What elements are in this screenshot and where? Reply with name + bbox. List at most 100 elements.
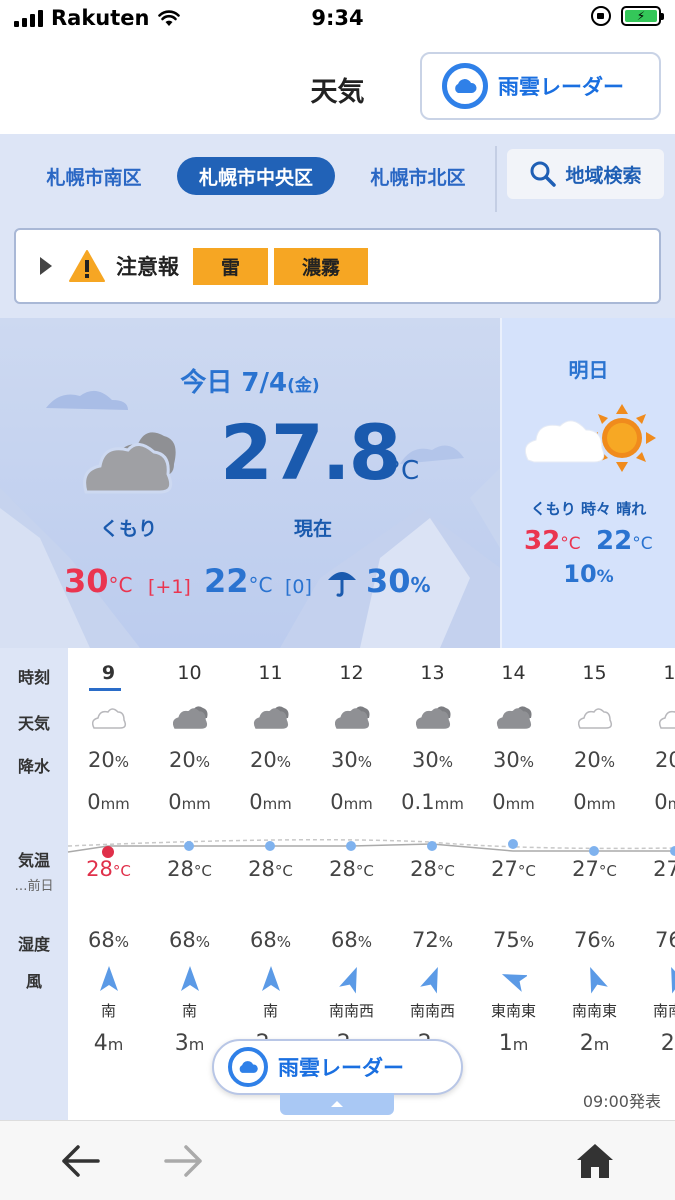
precip-amount: 0mm: [330, 790, 373, 814]
row-label-prev-day: …前日: [14, 879, 54, 894]
wind-direction: 南南西: [328, 1002, 374, 1020]
radar-icon: [442, 63, 488, 109]
cloud-light-icon: [658, 710, 675, 729]
back-arrow-icon[interactable]: [60, 1141, 102, 1181]
warning-banner[interactable]: 注意報 雷 濃霧: [14, 228, 661, 304]
today-high: 30°C: [64, 562, 133, 600]
forward-arrow-icon[interactable]: [162, 1141, 204, 1181]
row-label-humidity: 湿度: [17, 935, 50, 954]
warning-title: 注意報: [116, 255, 179, 279]
hour-column: 9 20% 0mm 28°C 68% 南 4m: [68, 648, 149, 1120]
floating-radar-label: 雨雲レーダー: [278, 1056, 404, 1080]
hour-label: 15: [582, 662, 607, 684]
app-header: 天気 雨雲レーダー: [0, 40, 675, 134]
hour-humidity: 68%: [88, 928, 129, 952]
hour-temperature: 28°C: [167, 857, 212, 881]
wind-speed: 1m: [498, 1031, 529, 1056]
hour-temperature: 27°C: [653, 857, 675, 881]
floating-rain-radar-button[interactable]: 雨雲レーダー: [212, 1039, 463, 1095]
hour-humidity: 76%: [655, 928, 675, 952]
radar-icon: [228, 1047, 268, 1087]
wind-arrow-icon: [501, 974, 527, 992]
area-tab-kita[interactable]: 札幌市北区: [354, 157, 482, 195]
tomorrow-low: 22°C: [596, 526, 653, 556]
hour-column: 14 30% 0mm 27°C 75% 東南東 1m: [473, 648, 554, 1120]
wind-direction: 南: [262, 1002, 278, 1020]
row-label-precip: 降水: [17, 757, 50, 776]
wind-speed: 2m: [579, 1031, 610, 1056]
expand-arrow-icon: [40, 257, 52, 275]
today-condition: くもり: [100, 518, 158, 540]
hour-label: 11: [258, 662, 283, 684]
warning-icon: [69, 250, 105, 282]
today-high-diff: [+1]: [148, 576, 191, 598]
divider: [495, 146, 497, 212]
wind-direction: 東南東: [490, 1002, 536, 1020]
hour-humidity: 72%: [412, 928, 453, 952]
wind-direction: 南南東: [652, 1002, 675, 1020]
wind-arrow-icon: [100, 966, 118, 991]
precip-amount: 0mm: [654, 790, 675, 814]
precip-amount: 0mm: [492, 790, 535, 814]
row-label-wind: 風: [25, 972, 42, 991]
hourly-row-labels: 時刻 天気 降水 気温 …前日 湿度 風: [0, 648, 68, 1120]
tomorrow-high: 32°C: [524, 526, 581, 556]
area-search-button[interactable]: 地域検索: [507, 149, 664, 199]
precip-probability: 30%: [412, 748, 453, 772]
hour-column: 15 20% 0mm 27°C 76% 南南東 2m: [554, 648, 635, 1120]
search-label: 地域検索: [565, 164, 642, 187]
wind-direction: 南南東: [571, 1002, 617, 1020]
hour-temperature: 28°C: [329, 857, 374, 881]
wind-arrow-icon: [262, 966, 280, 991]
today-low-diff: [0]: [285, 576, 312, 598]
hour-humidity: 68%: [169, 928, 210, 952]
precip-probability: 30%: [331, 748, 372, 772]
today-weekday: (金): [287, 376, 320, 396]
hour-humidity: 68%: [331, 928, 372, 952]
expand-handle[interactable]: [280, 1093, 394, 1115]
area-tab-chuo[interactable]: 札幌市中央区: [177, 157, 335, 195]
current-hour-underline: [89, 688, 121, 691]
precip-probability: 20%: [250, 748, 291, 772]
orientation-lock-icon: [591, 6, 611, 26]
tomorrow-card[interactable]: 明日 くもり 時々 晴れ 32°C 22°C 10%: [500, 318, 675, 648]
today-date: 今日 7/4(金): [0, 362, 500, 399]
battery-icon: ⚡: [621, 6, 664, 26]
clock: 9:34: [311, 6, 364, 30]
wind-speed: 4m: [93, 1031, 124, 1056]
rain-radar-label: 雨雲レーダー: [498, 75, 624, 99]
hour-label: 16: [663, 662, 675, 684]
precip-amount: 0mm: [87, 790, 130, 814]
issued-time: 09:00発表: [582, 1092, 661, 1111]
hour-label: 12: [339, 662, 364, 684]
wind-arrow-icon: [590, 966, 608, 994]
precip-amount: 0mm: [249, 790, 292, 814]
hour-label: 13: [420, 662, 445, 684]
cloud-icon: [83, 432, 176, 494]
precip-amount: 0.1mm: [401, 790, 464, 814]
hour-column: 16 20% 0mm 27°C 76% 南南東 2m: [635, 648, 675, 1120]
chevron-up-icon: [331, 1101, 343, 1107]
warning-section: 注意報 雷 濃霧: [0, 216, 675, 318]
hour-humidity: 75%: [493, 928, 534, 952]
precip-probability: 20%: [88, 748, 129, 772]
row-label-weather: 天気: [17, 714, 50, 733]
precip-probability: 20%: [574, 748, 615, 772]
precip-probability: 20%: [655, 748, 675, 772]
umbrella-icon: [328, 572, 356, 597]
wind-direction: 南: [181, 1002, 197, 1020]
area-tab-minami[interactable]: 札幌市南区: [30, 157, 158, 195]
cloud-light-icon: [577, 708, 613, 729]
precip-amount: 0mm: [168, 790, 211, 814]
hour-humidity: 76%: [574, 928, 615, 952]
today-card[interactable]: 今日 7/4(金) 27.8 °C くもり 現在 30°C [+1] 22°C …: [0, 318, 500, 648]
cloud-icon: [253, 706, 289, 729]
rain-radar-button[interactable]: 雨雲レーダー: [420, 52, 661, 120]
area-tabs: 札幌市南区 札幌市中央区 札幌市北区 地域検索: [0, 134, 675, 216]
hour-temperature: 27°C: [491, 857, 536, 881]
wind-arrow-icon: [181, 966, 199, 991]
hour-label: 14: [501, 662, 526, 684]
home-icon[interactable]: [574, 1141, 616, 1181]
temperature-unit: °C: [388, 456, 420, 486]
search-icon: [530, 161, 557, 187]
